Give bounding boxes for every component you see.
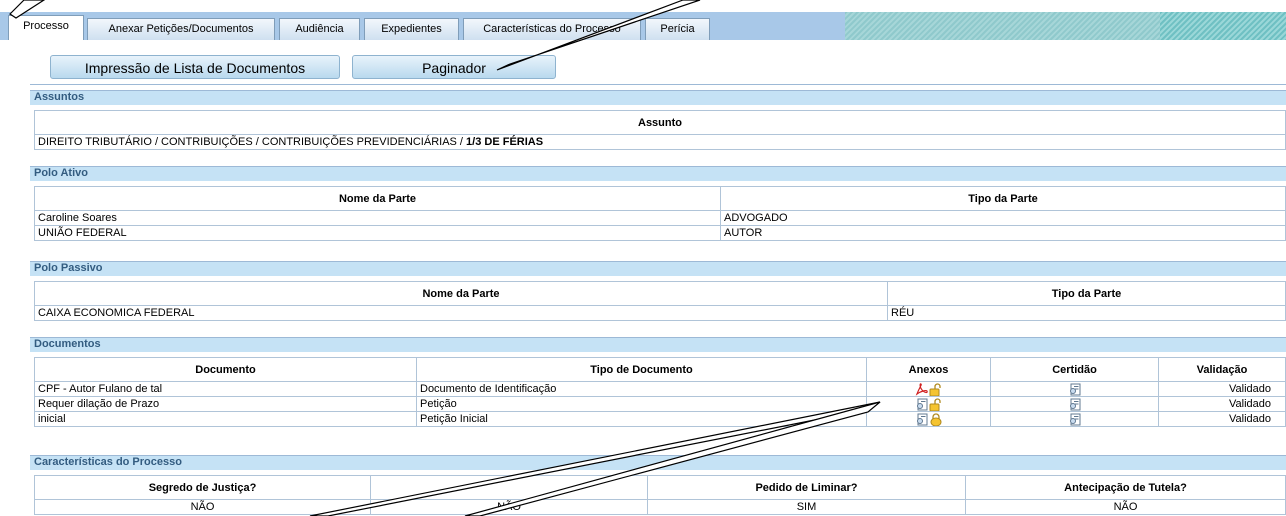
section-polo-ativo: Polo Ativo [30,166,1286,181]
paginador-button[interactable]: Paginador [352,55,556,79]
document-name: CPF - Autor Fulano de tal [34,381,417,397]
certificate-icon[interactable] [1068,383,1082,396]
document-name: inicial [34,411,417,427]
table-row: inicial Petição Inicial Validado [34,411,1286,427]
column-header-assunto: Assunto [34,110,1286,135]
document-icon[interactable] [915,398,929,411]
document-icon[interactable] [915,413,929,426]
polo-passivo-table: Nome da Parte Tipo da Parte CAIXA ECONOM… [34,281,1286,321]
anexos-cell [866,411,991,427]
table-row: Requer dilação de Prazo Petição Validado [34,396,1286,412]
column-header-tipo-documento: Tipo de Documento [416,357,867,382]
tutela-value: NÃO [965,499,1286,515]
document-type: Petição Inicial [416,411,867,427]
column-header-anexos: Anexos [866,357,991,382]
unlocked-icon[interactable] [929,382,943,396]
validation-status: Validado [1158,381,1286,397]
certificate-icon[interactable] [1068,413,1082,426]
liminar-value: SIM [647,499,966,515]
column-header-segredo: Segredo de Justiça? [34,475,371,500]
column-header-tutela: Antecipação de Tutela? [965,475,1286,500]
party-name: CAIXA ECONOMICA FEDERAL [34,305,888,321]
assunto-leaf: 1/3 DE FÉRIAS [466,136,544,148]
table-row: CAIXA ECONOMICA FEDERAL RÉU [34,305,1286,321]
party-name: Caroline Soares [34,210,721,226]
anexos-cell [866,381,991,397]
unlocked-icon[interactable] [929,397,943,411]
assunto-path: DIREITO TRIBUTÁRIO / CONTRIBUIÇÕES / CON… [38,136,467,148]
print-document-list-button[interactable]: Impressão de Lista de Documentos [50,55,340,79]
column-header-obscured [370,475,648,500]
document-type: Petição [416,396,867,412]
polo-ativo-table: Nome da Parte Tipo da Parte Caroline Soa… [34,186,1286,241]
tab-bar: Processo Anexar Petições/Documentos Audi… [0,12,1286,40]
column-header-certidao: Certidão [990,357,1159,382]
document-type: Documento de Identificação [416,381,867,397]
column-header-documento: Documento [34,357,417,382]
party-name: UNIÃO FEDERAL [34,225,721,241]
validation-status: Validado [1158,411,1286,427]
document-name: Requer dilação de Prazo [34,396,417,412]
section-polo-passivo: Polo Passivo [30,261,1286,276]
table-row: NÃO NÃO SIM NÃO [34,499,1286,515]
section-caracteristicas: Características do Processo [30,455,1286,470]
certidao-cell [990,381,1159,397]
table-row: Caroline Soares ADVOGADO [34,210,1286,226]
section-assuntos: Assuntos [30,90,1286,105]
tab-bar-decoration-dark [1160,12,1286,40]
column-header-liminar: Pedido de Liminar? [647,475,966,500]
certidao-cell [990,396,1159,412]
tab-pericia[interactable]: Perícia [645,18,710,40]
tab-processo[interactable]: Processo [8,15,84,40]
assuntos-table: Assunto DIREITO TRIBUTÁRIO / CONTRIBUIÇÕ… [34,110,1286,150]
column-header-validacao: Validação [1158,357,1286,382]
party-type: ADVOGADO [720,210,1286,226]
obscured-value: NÃO [370,499,648,515]
table-row: UNIÃO FEDERAL AUTOR [34,225,1286,241]
certidao-cell [990,411,1159,427]
party-type: AUTOR [720,225,1286,241]
documentos-table: Documento Tipo de Documento Anexos Certi… [34,357,1286,427]
tab-audiencia[interactable]: Audiência [279,18,360,40]
anexos-cell [866,396,991,412]
locked-icon[interactable] [929,412,943,426]
tab-expedientes[interactable]: Expedientes [364,18,459,40]
validation-status: Validado [1158,396,1286,412]
segredo-value: NÃO [34,499,371,515]
column-header-nome: Nome da Parte [34,281,888,306]
party-type: RÉU [887,305,1286,321]
certificate-icon[interactable] [1068,398,1082,411]
section-documentos: Documentos [30,337,1286,352]
tab-caracteristicas[interactable]: Características do Processo [463,18,641,40]
pdf-icon[interactable] [915,382,929,396]
tab-anexar-peticoes[interactable]: Anexar Petições/Documentos [87,18,275,40]
column-header-tipo: Tipo da Parte [720,186,1286,211]
divider [30,84,1286,85]
table-row: DIREITO TRIBUTÁRIO / CONTRIBUIÇÕES / CON… [34,134,1286,150]
caracteristicas-table: Segredo de Justiça? Pedido de Liminar? A… [34,475,1286,515]
table-row: CPF - Autor Fulano de tal Documento de I… [34,381,1286,397]
column-header-nome: Nome da Parte [34,186,721,211]
column-header-tipo: Tipo da Parte [887,281,1286,306]
